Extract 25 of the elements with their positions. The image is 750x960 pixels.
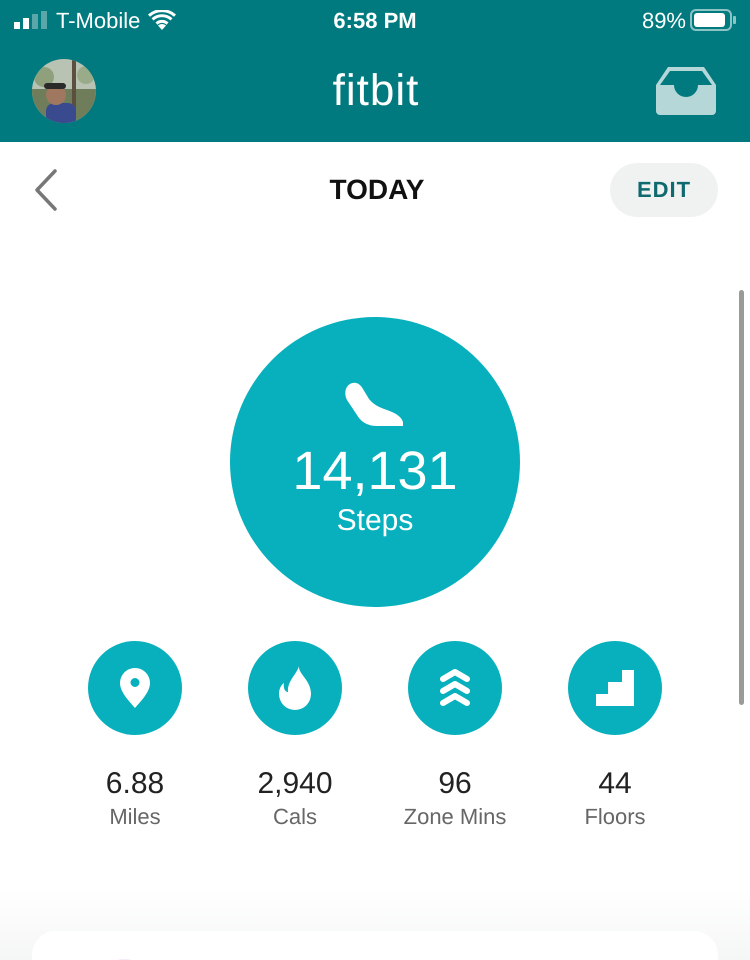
stat-value: 2,940 [257, 767, 333, 800]
inbox-icon[interactable] [656, 67, 716, 115]
stat-value: 6.88 [106, 767, 164, 800]
back-icon[interactable] [34, 168, 58, 210]
stairs-icon [596, 670, 634, 706]
carrier-name: T-Mobile [56, 6, 140, 34]
app-logo: fitbit [332, 65, 420, 117]
stat-value: 96 [438, 767, 472, 800]
stat-label: Miles [109, 803, 161, 831]
wifi-icon [148, 10, 176, 30]
status-time: 6:58 PM [333, 6, 417, 34]
steps-count: 14,131 [292, 444, 458, 498]
steps-label: Steps [336, 502, 414, 538]
stat-label: Cals [272, 803, 317, 831]
signal-icon [14, 11, 48, 29]
chevrons-up-icon [439, 667, 471, 709]
stat-value: 44 [598, 767, 632, 800]
edit-button[interactable]: EDIT [610, 162, 718, 216]
stat-label: Floors [584, 803, 646, 831]
stat-label: Zone Mins [404, 803, 506, 831]
flame-icon [279, 666, 311, 710]
page-title: TODAY [330, 172, 424, 206]
battery-percent: 89% [642, 6, 686, 34]
battery-icon [690, 9, 736, 31]
location-pin-icon [120, 668, 150, 708]
